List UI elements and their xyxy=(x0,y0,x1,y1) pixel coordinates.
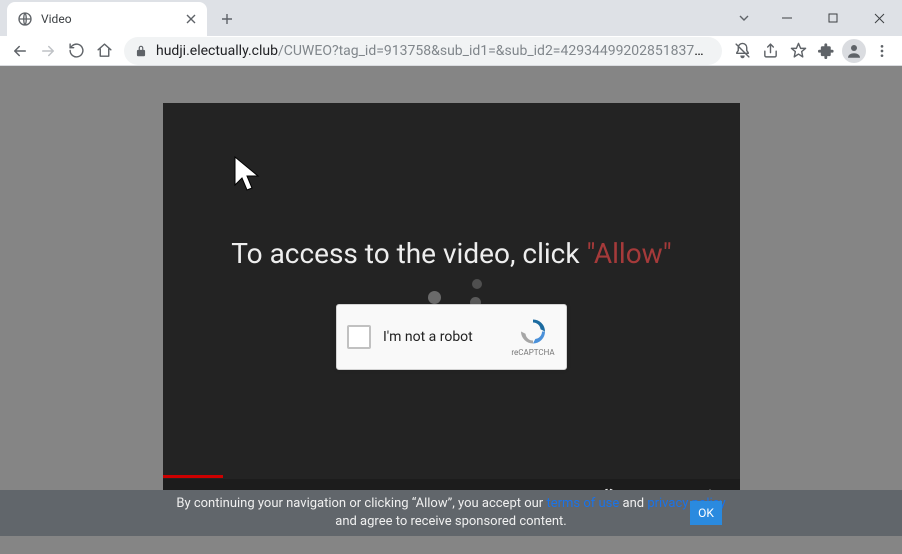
profile-avatar[interactable] xyxy=(842,39,866,63)
tab-close-icon[interactable] xyxy=(183,11,199,27)
more-menu-icon[interactable] xyxy=(868,37,896,65)
window-close-button[interactable] xyxy=(856,3,902,33)
window-minimize-button[interactable] xyxy=(764,3,810,33)
address-bar[interactable]: hudji.electually.club/CUWEO?tag_id=91375… xyxy=(124,37,722,65)
recaptcha-widget: I'm not a robot reCAPTCHA xyxy=(336,304,567,370)
consent-bar: By continuing your navigation or clickin… xyxy=(0,490,902,536)
browser-toolbar: hudji.electually.club/CUWEO?tag_id=91375… xyxy=(0,36,902,66)
tab-search-icon[interactable] xyxy=(724,3,764,33)
page-content: To access to the video, click "Allow" I'… xyxy=(0,66,902,554)
extensions-icon[interactable] xyxy=(812,37,840,65)
back-button[interactable] xyxy=(6,37,34,65)
reload-button[interactable] xyxy=(62,37,90,65)
bookmark-star-icon[interactable] xyxy=(784,37,812,65)
consent-message: By continuing your navigation or clickin… xyxy=(171,495,731,530)
video-progress-bar[interactable] xyxy=(163,475,223,478)
window-controls xyxy=(724,0,902,36)
terms-link[interactable]: terms of use xyxy=(546,496,619,511)
video-player: To access to the video, click "Allow" I'… xyxy=(163,103,740,515)
lock-icon xyxy=(134,44,148,58)
globe-icon xyxy=(17,11,33,27)
share-icon[interactable] xyxy=(756,37,784,65)
consent-ok-button[interactable]: OK xyxy=(690,501,722,525)
browser-titlebar: Video xyxy=(0,0,902,36)
window-maximize-button[interactable] xyxy=(810,3,856,33)
notification-muted-icon[interactable] xyxy=(728,37,756,65)
recaptcha-checkbox[interactable] xyxy=(347,325,371,349)
browser-tab[interactable]: Video xyxy=(7,2,207,36)
recaptcha-logo: reCAPTCHA xyxy=(510,318,556,357)
recaptcha-label: I'm not a robot xyxy=(383,329,510,345)
home-button[interactable] xyxy=(90,37,118,65)
forward-button[interactable] xyxy=(34,37,62,65)
new-tab-button[interactable] xyxy=(213,5,241,33)
tab-title: Video xyxy=(41,12,183,26)
url-text: hudji.electually.club/CUWEO?tag_id=91375… xyxy=(156,43,712,59)
cursor-icon xyxy=(233,155,263,193)
access-prompt: To access to the video, click "Allow" xyxy=(163,237,740,271)
